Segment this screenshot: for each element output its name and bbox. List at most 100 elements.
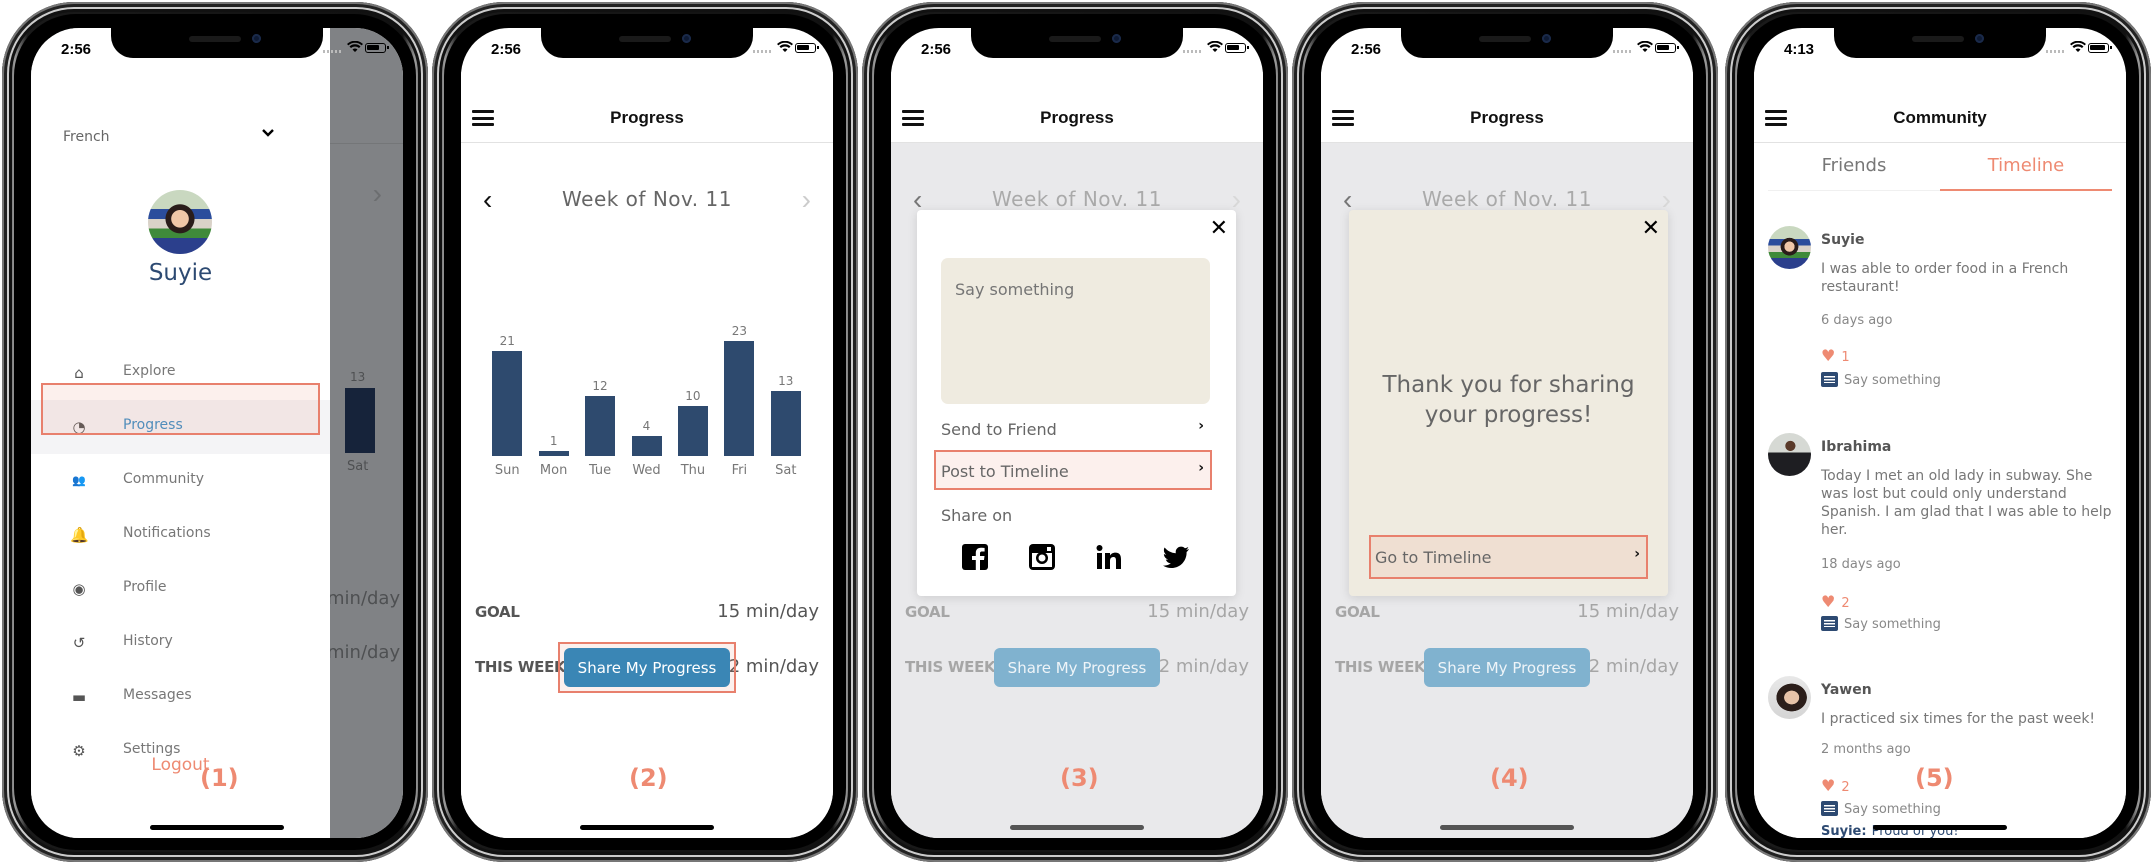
share-progress-button[interactable]: Share My Progress	[994, 648, 1160, 687]
share-progress-button[interactable]: Share My Progress	[564, 648, 730, 687]
chevron-down-icon[interactable]	[261, 126, 275, 140]
comment-input[interactable]: Say something	[1821, 801, 1941, 817]
timeline-post: Ibrahima Today I met an old lady in subw…	[1768, 433, 2116, 633]
avatar[interactable]	[1768, 226, 1811, 269]
say-something-input[interactable]	[941, 258, 1210, 404]
step-label: (4)	[1490, 764, 1529, 792]
bar-category-label: Mon	[539, 463, 568, 478]
facebook-icon[interactable]	[961, 543, 989, 571]
phone-frame-5: 4:13 Community Friends Timeline Suyie I …	[1725, 2, 2151, 862]
bar-category-label: Sun	[494, 463, 520, 478]
stat-value: 12 min/day	[1577, 656, 1679, 677]
status-time: 2:56	[1351, 41, 1382, 58]
phone-frame-3: 2:56 Progress ‹ Week of Nov. 11 › GOAL 1…	[862, 2, 1288, 862]
page-title: Community	[1893, 108, 1987, 127]
avatar[interactable]	[1768, 433, 1811, 476]
message-icon: ▬	[71, 688, 87, 706]
week-value-partial: min/day	[327, 642, 401, 663]
close-icon[interactable]: ✕	[1210, 216, 1228, 241]
profile-icon: ◉	[72, 580, 86, 598]
wifi-icon	[777, 41, 793, 52]
like-button[interactable]: ♥ 1	[1821, 346, 1850, 365]
post-text: I was able to order food in a French res…	[1821, 261, 2069, 295]
drawer-item-community[interactable]: 👥 Community	[31, 454, 330, 508]
bar-value-label: 21	[499, 334, 515, 348]
week-navigator: ‹ Week of Nov. 11 ›	[461, 183, 833, 217]
instagram-icon[interactable]	[1028, 543, 1056, 571]
twitter-icon[interactable]	[1162, 543, 1190, 571]
drawer-item-notifications[interactable]: 🔔 Notifications	[31, 508, 330, 562]
post-author[interactable]: Yawen	[1821, 682, 1872, 698]
bar-value-label: 10	[685, 389, 701, 403]
option-label: Post to Timeline	[941, 462, 1069, 481]
comment-input[interactable]: Say something	[1821, 372, 1941, 388]
share-progress-button[interactable]: Share My Progress	[1424, 648, 1590, 687]
home-icon: ⌂	[74, 364, 84, 382]
page-title: Progress	[1470, 108, 1544, 127]
next-week-chevron-icon: ›	[372, 178, 382, 209]
home-indicator	[1873, 825, 2007, 830]
bar-value-label: 1	[549, 434, 558, 448]
avatar[interactable]	[148, 190, 212, 254]
battery-icon	[1655, 43, 1679, 53]
wifi-icon	[1207, 41, 1223, 52]
send-to-friend-option[interactable]: Send to Friend ›	[941, 410, 1210, 450]
tab-timeline[interactable]: Timeline	[1940, 143, 2112, 191]
drawer-item-messages[interactable]: ▬ Messages	[31, 670, 330, 724]
step-label: (5)	[1915, 764, 1954, 792]
post-time: 2 months ago	[1821, 742, 1911, 757]
post-author[interactable]: Suyie	[1821, 232, 1864, 248]
stat-label: THIS WEEK	[905, 658, 996, 676]
home-indicator	[1440, 825, 1574, 830]
like-button[interactable]: ♥ 2	[1821, 776, 1850, 795]
chevron-right-icon: ›	[1634, 546, 1640, 562]
post-author[interactable]: Ibrahima	[1821, 439, 1891, 455]
bar-value-label: 4	[642, 419, 651, 433]
linkedin-icon[interactable]	[1095, 543, 1123, 571]
nav-bar: Progress	[891, 72, 1263, 143]
status-time: 2:56	[921, 41, 952, 58]
status-time: 2:56	[491, 41, 522, 58]
comment-input[interactable]: Say something	[1821, 616, 1941, 632]
drawer-item-history[interactable]: ↺ History	[31, 616, 330, 670]
go-to-timeline-button[interactable]: Go to Timeline ›	[1369, 535, 1648, 579]
share-modal: ✕ Send to Friend › Post to Timeline › Sh…	[917, 210, 1236, 596]
bar-value-label: 23	[731, 324, 747, 338]
user-name: Suyie	[148, 260, 213, 286]
chevron-right-icon: ›	[1198, 460, 1204, 476]
bar-category-label: Sat	[775, 463, 797, 478]
tab-friends[interactable]: Friends	[1768, 143, 1940, 191]
like-button[interactable]: ♥ 2	[1821, 592, 1850, 611]
logout-link[interactable]: Logout	[31, 755, 330, 775]
stat-value: 15 min/day	[1577, 601, 1679, 622]
like-count: 1	[1841, 350, 1850, 365]
avatar[interactable]	[1768, 676, 1811, 719]
step-label: (2)	[629, 764, 668, 792]
post-to-timeline-option[interactable]: Post to Timeline ›	[934, 450, 1212, 490]
bar-category-label: Thu	[680, 463, 706, 478]
signal-icon	[1183, 50, 1201, 53]
signal-icon	[1613, 50, 1631, 53]
bar-value: 13	[350, 370, 366, 384]
comment-placeholder: Say something	[1844, 617, 1941, 632]
signal-icon	[753, 50, 771, 53]
status-time: 4:13	[1784, 41, 1815, 58]
like-count: 2	[1841, 596, 1850, 611]
bar-category-label: Fri	[731, 463, 748, 478]
thank-you-modal: ✕ Thank you for sharing your progress! G…	[1349, 210, 1668, 596]
bar-category-label: Wed	[632, 463, 661, 478]
close-icon[interactable]: ✕	[1642, 216, 1660, 241]
drawer-item-label: Explore	[123, 363, 176, 379]
reply-author[interactable]: Suyie:	[1821, 824, 1867, 838]
bar-fri	[724, 341, 755, 456]
stat-label: GOAL	[905, 603, 950, 621]
drawer-item-profile[interactable]: ◉ Profile	[31, 562, 330, 616]
status-time: 2:56	[61, 41, 92, 58]
chevron-right-icon[interactable]: ›	[802, 183, 811, 217]
stat-label: GOAL	[1335, 603, 1380, 621]
option-label: Go to Timeline	[1375, 548, 1492, 567]
wifi-icon	[2070, 41, 2086, 52]
screen-community: 4:13 Community Friends Timeline Suyie I …	[1754, 28, 2126, 838]
drawer-item-label: Community	[123, 471, 205, 487]
language-select[interactable]: French	[63, 129, 110, 145]
